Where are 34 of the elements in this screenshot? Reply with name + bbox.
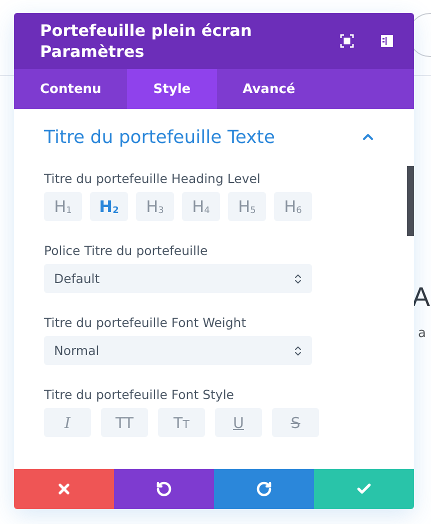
scrollbar[interactable] (407, 166, 414, 236)
heading-level-option[interactable]: H$_{4}$ (182, 192, 220, 221)
section-title[interactable]: Titre du portefeuille Texte (44, 126, 275, 148)
fullscreen-icon[interactable] (340, 34, 354, 48)
field-label: Titre du portefeuille Heading Level (44, 171, 262, 186)
undo-button[interactable] (114, 469, 214, 509)
font-style-option[interactable]: I (44, 408, 91, 437)
page-heading: A (412, 282, 430, 313)
sidebar-icon[interactable] (380, 34, 394, 48)
field-label: Titre du portefeuille Font Style (44, 387, 235, 402)
font-select[interactable]: Default (44, 264, 312, 293)
redo-button[interactable] (214, 469, 314, 509)
font-style-option[interactable]: TT (101, 408, 148, 437)
tab[interactable]: Contenu (14, 69, 128, 109)
page-text: a (418, 326, 426, 341)
undo-icon (156, 481, 172, 497)
tab[interactable]: Avancé (216, 69, 322, 109)
heading-level-option[interactable]: H$_{5}$ (228, 192, 266, 221)
field-label: Titre du portefeuille Font Weight (44, 315, 248, 330)
font-style-option[interactable]: U (215, 408, 262, 437)
font-weight-select[interactable]: Normal (44, 336, 312, 365)
sort-icon (292, 344, 304, 356)
font-style-option[interactable]: Tt (158, 408, 205, 437)
heading-level-option[interactable]: H$_{1}$ (44, 192, 82, 221)
heading-level-option[interactable]: H$_{6}$ (274, 192, 312, 221)
field-label: Police Titre du portefeuille (44, 243, 209, 258)
tab[interactable]: Style (127, 69, 217, 109)
redo-icon (256, 481, 272, 497)
heading-level-option[interactable]: H$_{3}$ (136, 192, 174, 221)
sort-icon (292, 272, 304, 284)
font-style-option[interactable]: S (272, 408, 319, 437)
close-icon (56, 481, 72, 497)
modal-title: Portefeuille plein écran Paramètres (40, 20, 253, 62)
heading-level-option[interactable]: H$_{2}$ (90, 192, 128, 221)
